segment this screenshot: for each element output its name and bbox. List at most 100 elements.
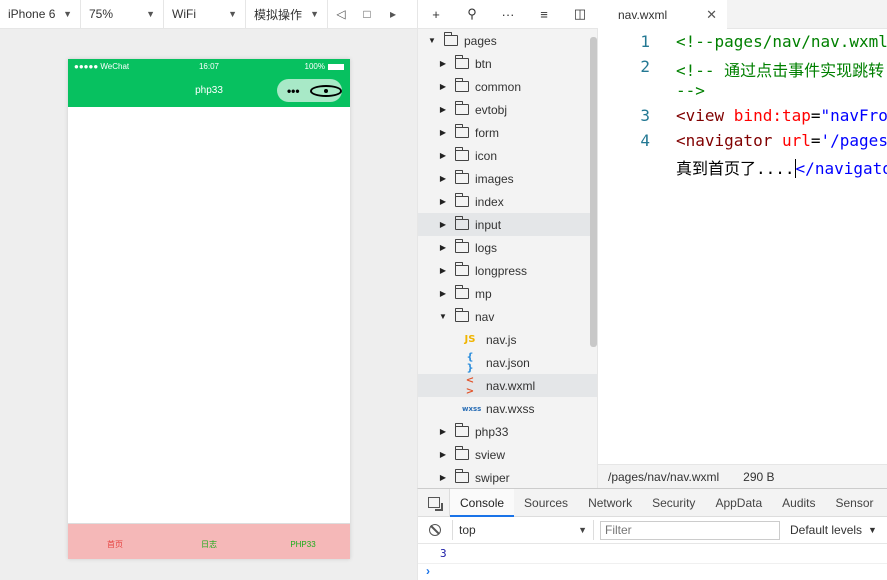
tree-file-nav-js[interactable]: JS nav.js (418, 328, 597, 351)
tab-nav-wxml[interactable]: nav.wxml ✕ (598, 0, 727, 29)
device-select[interactable]: iPhone 6 ▼ (0, 0, 81, 29)
tree-folder-index[interactable]: ▶ index (418, 190, 597, 213)
network-select[interactable]: WiFi ▼ (164, 0, 246, 29)
split-icon[interactable]: ◫ (562, 0, 598, 29)
tree-label: sview (475, 447, 506, 462)
time-label: 16:07 (198, 62, 220, 71)
battery-label: 100% (304, 62, 325, 71)
zoom-select[interactable]: 75% ▼ (81, 0, 164, 29)
screen-icon[interactable]: □ (354, 0, 380, 29)
tree-folder-logs[interactable]: ▶ logs (418, 236, 597, 259)
tree-folder-evtobj[interactable]: ▶ evtobj (418, 98, 597, 121)
tree-folder-sview[interactable]: ▶ sview (418, 443, 597, 466)
tree-folder-pages[interactable]: ▼ pages (418, 29, 597, 52)
clear-console-button[interactable] (418, 524, 452, 536)
chevron-down-icon: ▼ (868, 525, 877, 535)
code-text: <!-- 通过点击事件实现跳转 (676, 61, 885, 80)
tab-network[interactable]: Network (578, 489, 642, 517)
page-content (68, 107, 350, 523)
more-menu-icon[interactable]: ••• (277, 84, 310, 98)
tree-file-nav-wxss[interactable]: wxss nav.wxss (418, 397, 597, 420)
folder-icon (455, 262, 469, 276)
chevron-right-icon: ▶ (439, 174, 447, 183)
chevron-right-icon: ▶ (439, 450, 447, 459)
tree-label: form (475, 125, 499, 140)
file-path: /pages/nav/nav.wxml (608, 469, 720, 484)
chevron-right-icon: ▶ (439, 105, 447, 114)
tree-label: nav.wxss (486, 401, 535, 416)
chevron-right-icon: ▶ (439, 128, 447, 137)
tree-folder-input[interactable]: ▶ input (418, 213, 597, 236)
folder-open-icon (455, 308, 469, 322)
operation-select[interactable]: 模拟操作 ▼ (246, 0, 328, 29)
tree-folder-mp[interactable]: ▶ mp (418, 282, 597, 305)
console-prompt[interactable]: › (418, 564, 887, 580)
close-icon[interactable]: ✕ (706, 7, 717, 23)
capsule-button: ••• (277, 79, 342, 102)
chevron-right-icon: ▶ (439, 197, 447, 206)
tree-folder-common[interactable]: ▶ common (418, 75, 597, 98)
devtools-tabs: Console Sources Network Security AppData… (418, 488, 887, 517)
operation-select-value: 模拟操作 (254, 7, 303, 22)
tab-security[interactable]: Security (642, 489, 705, 517)
chevron-right-icon: ▶ (439, 151, 447, 160)
levels-select[interactable]: Default levels ▼ (790, 523, 877, 537)
tree-folder-btn[interactable]: ▶ btn (418, 52, 597, 75)
tree-folder-form[interactable]: ▶ form (418, 121, 597, 144)
chevron-right-icon: ▶ (439, 473, 447, 482)
add-icon[interactable]: + (418, 0, 454, 29)
inspect-element-button[interactable] (418, 488, 450, 517)
search-icon[interactable]: ⚲ (454, 0, 490, 29)
tree-folder-php33[interactable]: ▶ php33 (418, 420, 597, 443)
line-number: 2 (640, 57, 650, 76)
zoom-select-value: 75% (89, 7, 114, 21)
detach-icon[interactable]: ▸ (380, 0, 406, 29)
tab-appdata[interactable]: AppData (705, 489, 772, 517)
file-explorer: ▼ pages ▶ btn ▶ common ▶ evtobj ▶ form ▶… (417, 29, 598, 488)
explorer-scrollbar[interactable] (590, 37, 597, 347)
collapse-icon[interactable]: ≡ (526, 0, 562, 29)
close-miniprogram-button[interactable] (309, 84, 342, 97)
tree-folder-nav[interactable]: ▼ nav (418, 305, 597, 328)
code-eq: = (810, 131, 821, 150)
tree-folder-swiper[interactable]: ▶ swiper (418, 466, 597, 488)
tab-logs[interactable]: 日志 (162, 533, 256, 550)
tree-folder-images[interactable]: ▶ images (418, 167, 597, 190)
tab-php33[interactable]: PHP33 (256, 534, 350, 549)
tree-label: index (475, 194, 504, 209)
tab-sensor[interactable]: Sensor (826, 489, 884, 517)
volume-icon[interactable]: ◁ (328, 0, 354, 29)
explorer-toolbar: + ⚲ ··· ≡ ◫ (417, 0, 598, 29)
tree-file-nav-json[interactable]: { } nav.json (418, 351, 597, 374)
chevron-down-icon: ▼ (146, 9, 155, 19)
chevron-right-icon: ▶ (439, 289, 447, 298)
tab-console[interactable]: Console (450, 488, 515, 517)
line-number: 3 (640, 106, 650, 125)
code-value: '/pages/index/index' (820, 131, 887, 150)
code-editor[interactable]: 1 <!--pages/nav/nav.wxml--> 2 <!-- 通过点击事… (598, 29, 887, 464)
tab-sources[interactable]: Sources (514, 489, 578, 517)
tree-label: nav.json (486, 355, 530, 370)
js-file-icon: JS (464, 334, 476, 345)
tab-audits[interactable]: Audits (772, 489, 825, 517)
simulator-area: ●●●●● WeChat 16:07 100% php33 ••• 首页 日志 … (0, 29, 417, 580)
tree-label: evtobj (475, 102, 508, 117)
chevron-down-icon: ▼ (63, 9, 72, 19)
tree-folder-icon[interactable]: ▶ icon (418, 144, 597, 167)
tree-label: mp (475, 286, 492, 301)
battery-icon (328, 63, 344, 70)
context-select[interactable]: top ▼ (452, 520, 594, 540)
tab-home[interactable]: 首页 (68, 533, 162, 550)
more-icon[interactable]: ··· (490, 0, 526, 29)
tree-label: nav.js (486, 332, 517, 347)
code-text: --> (676, 81, 705, 100)
code-tag: <view (676, 106, 734, 125)
tree-file-nav-wxml[interactable]: < > nav.wxml (418, 374, 597, 397)
tree-label: swiper (475, 470, 510, 485)
tree-label: images (475, 171, 514, 186)
filter-input[interactable] (600, 520, 780, 540)
folder-icon (455, 216, 469, 230)
folder-icon (455, 423, 469, 437)
tree-folder-longpress[interactable]: ▶ longpress (418, 259, 597, 282)
tree-label: btn (475, 56, 492, 71)
